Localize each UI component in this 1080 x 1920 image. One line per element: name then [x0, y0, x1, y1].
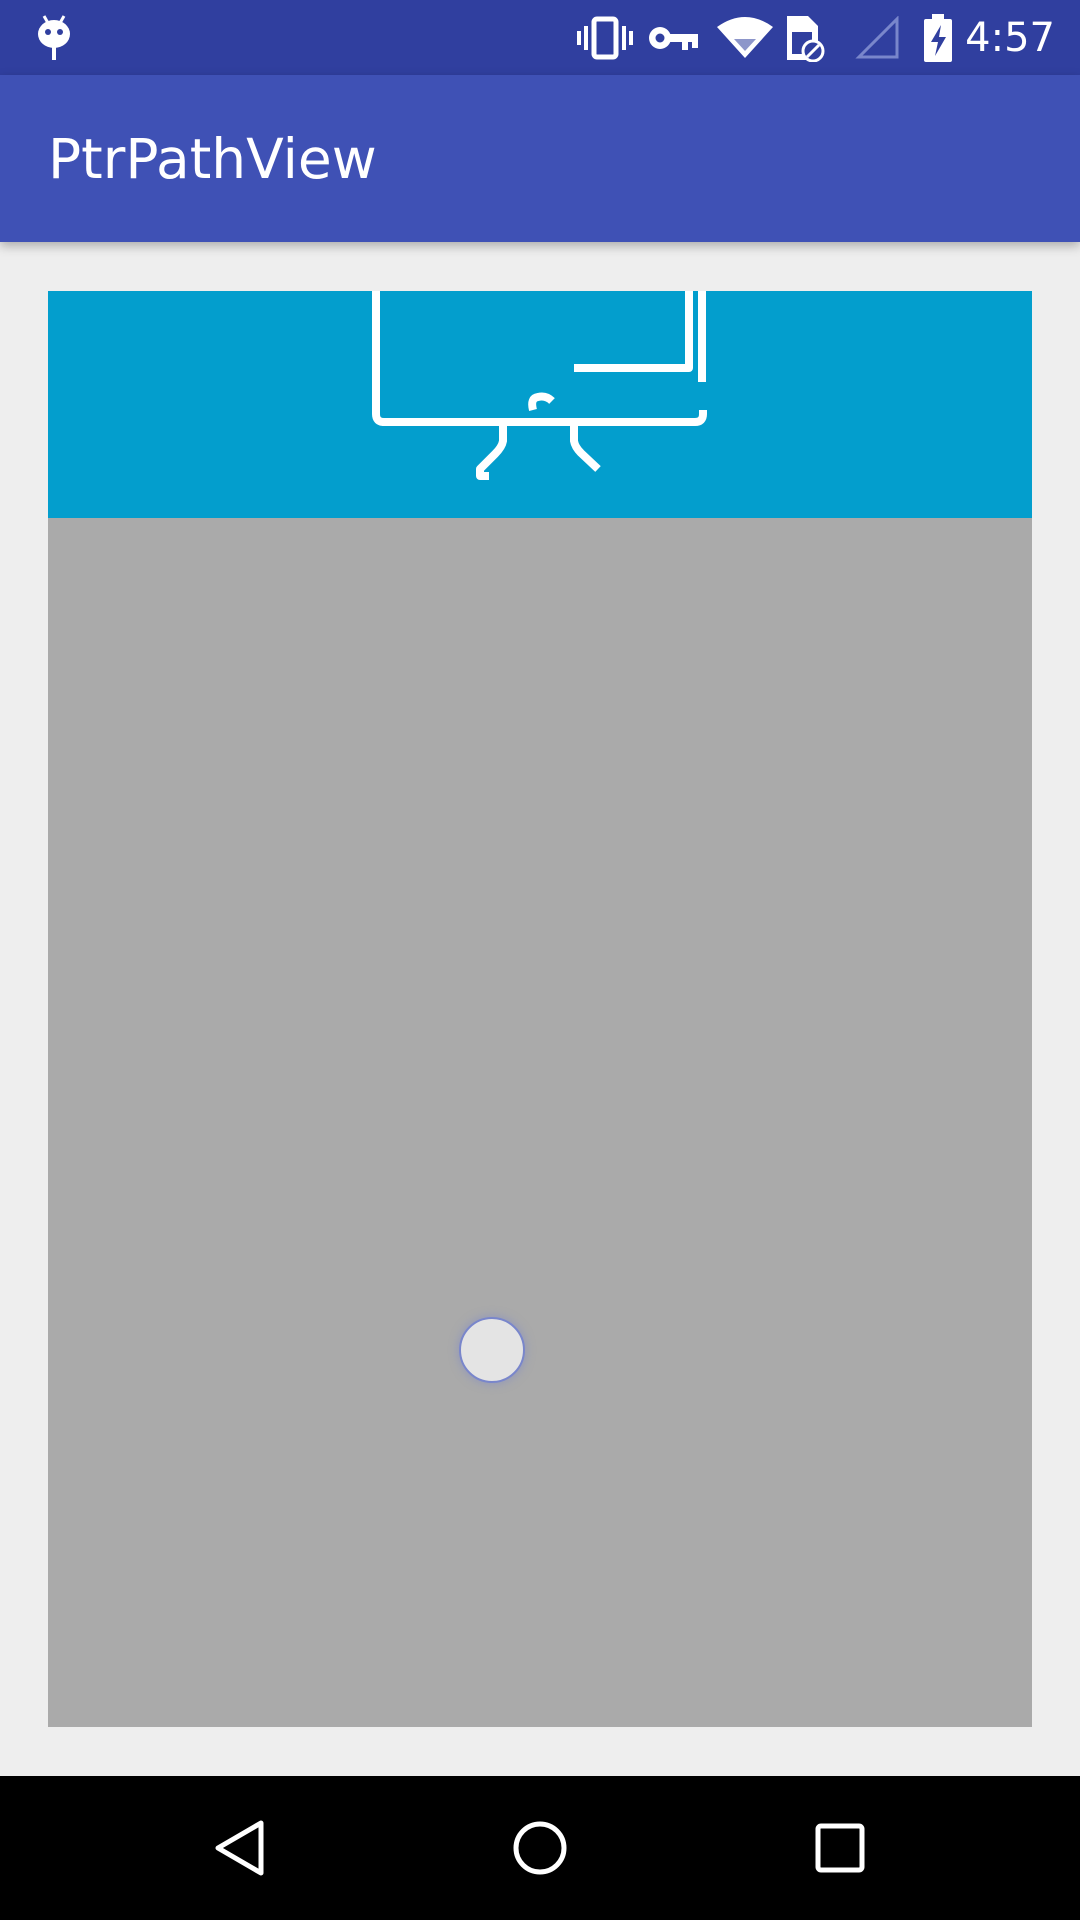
touch-indicator — [459, 1317, 525, 1383]
home-button[interactable] — [460, 1776, 620, 1920]
back-button[interactable] — [160, 1776, 320, 1920]
content-area[interactable] — [48, 518, 1032, 1727]
recents-button[interactable] — [760, 1776, 920, 1920]
status-bar: 4:57 — [0, 0, 1080, 75]
app-bar: PtrPathView — [0, 75, 1080, 242]
ptr-container[interactable] — [48, 291, 1032, 1727]
wifi-icon — [716, 0, 774, 75]
recents-icon — [815, 1823, 865, 1873]
status-time: 4:57 — [965, 14, 1055, 61]
home-icon — [513, 1821, 567, 1875]
ptr-path-drawing — [372, 291, 707, 480]
vpn-key-icon — [648, 0, 700, 75]
battery-charging-icon — [918, 0, 958, 75]
page-title: PtrPathView — [48, 126, 377, 191]
navigation-bar — [0, 1776, 1080, 1920]
android-debug-icon — [34, 0, 74, 75]
ptr-header — [48, 291, 1032, 518]
vibrate-icon — [576, 0, 634, 75]
no-sim-icon — [784, 0, 828, 75]
cell-signal-empty-icon — [854, 0, 902, 75]
back-icon — [215, 1820, 264, 1876]
